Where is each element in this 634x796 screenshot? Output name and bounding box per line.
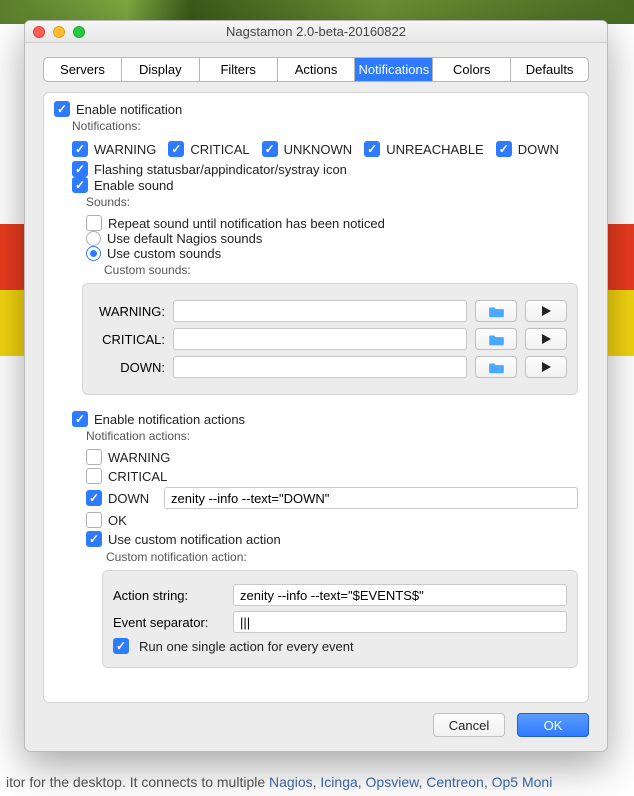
type-down-checkbox[interactable] — [496, 141, 512, 157]
sound-warning-input[interactable] — [173, 300, 467, 322]
sound-warning-play-button[interactable] — [525, 300, 567, 322]
type-unknown-checkbox[interactable] — [262, 141, 278, 157]
tab-defaults[interactable]: Defaults — [511, 58, 588, 81]
custom-sounds-radio[interactable] — [86, 246, 101, 261]
window-title: Nagstamon 2.0-beta-20160822 — [25, 24, 607, 39]
custom-action-box: Action string: Event separator: Run one … — [102, 570, 578, 668]
close-icon[interactable] — [33, 26, 45, 38]
action-critical-checkbox[interactable] — [86, 468, 102, 484]
folder-icon — [488, 361, 505, 374]
sound-critical-input[interactable] — [173, 328, 467, 350]
type-warning-checkbox[interactable] — [72, 141, 88, 157]
action-string-input[interactable] — [233, 584, 567, 606]
sound-down-play-button[interactable] — [525, 356, 567, 378]
enable-sound-checkbox[interactable] — [72, 177, 88, 193]
folder-icon — [488, 333, 505, 346]
action-down-checkbox[interactable] — [86, 490, 102, 506]
enable-actions-checkbox[interactable] — [72, 411, 88, 427]
zoom-icon[interactable] — [73, 26, 85, 38]
tab-colors[interactable]: Colors — [433, 58, 511, 81]
notifications-sublabel: Notifications: — [72, 119, 578, 133]
tab-actions[interactable]: Actions — [278, 58, 356, 81]
background-description: itor for the desktop. It connects to mul… — [0, 774, 634, 790]
sound-down-input[interactable] — [173, 356, 467, 378]
enable-notification-label: Enable notification — [76, 102, 182, 117]
sound-critical-play-button[interactable] — [525, 328, 567, 350]
play-icon — [542, 334, 551, 344]
repeat-sound-checkbox[interactable] — [86, 215, 102, 231]
sound-critical-browse-button[interactable] — [475, 328, 517, 350]
type-unreachable-checkbox[interactable] — [364, 141, 380, 157]
tab-display[interactable]: Display — [122, 58, 200, 81]
run-single-action-checkbox[interactable] — [113, 638, 129, 654]
tab-servers[interactable]: Servers — [44, 58, 122, 81]
ok-button[interactable]: OK — [517, 713, 589, 737]
sound-warning-browse-button[interactable] — [475, 300, 517, 322]
custom-sounds-box: WARNING: CRITICAL: DOWN: — [82, 283, 578, 395]
preferences-window: Nagstamon 2.0-beta-20160822 Servers Disp… — [24, 20, 608, 752]
use-custom-action-checkbox[interactable] — [86, 531, 102, 547]
enable-notification-checkbox[interactable] — [54, 101, 70, 117]
type-critical-checkbox[interactable] — [168, 141, 184, 157]
action-warning-checkbox[interactable] — [86, 449, 102, 465]
notification-types: WARNING CRITICAL UNKNOWN UNREACHABLE DOW… — [72, 141, 578, 157]
dialog-footer: Cancel OK — [25, 713, 607, 751]
cancel-button[interactable]: Cancel — [433, 713, 505, 737]
tab-bar: Servers Display Filters Actions Notifica… — [43, 57, 589, 82]
flashing-checkbox[interactable] — [72, 161, 88, 177]
default-sounds-radio[interactable] — [86, 231, 101, 246]
folder-icon — [488, 305, 505, 318]
minimize-icon[interactable] — [53, 26, 65, 38]
notifications-panel: Enable notification Notifications: WARNI… — [43, 92, 589, 703]
titlebar: Nagstamon 2.0-beta-20160822 — [25, 21, 607, 43]
tab-filters[interactable]: Filters — [200, 58, 278, 81]
play-icon — [542, 362, 551, 372]
action-down-command-input[interactable] — [164, 487, 578, 509]
tab-notifications[interactable]: Notifications — [355, 58, 433, 81]
event-separator-input[interactable] — [233, 611, 567, 633]
action-ok-checkbox[interactable] — [86, 512, 102, 528]
play-icon — [542, 306, 551, 316]
sound-down-browse-button[interactable] — [475, 356, 517, 378]
